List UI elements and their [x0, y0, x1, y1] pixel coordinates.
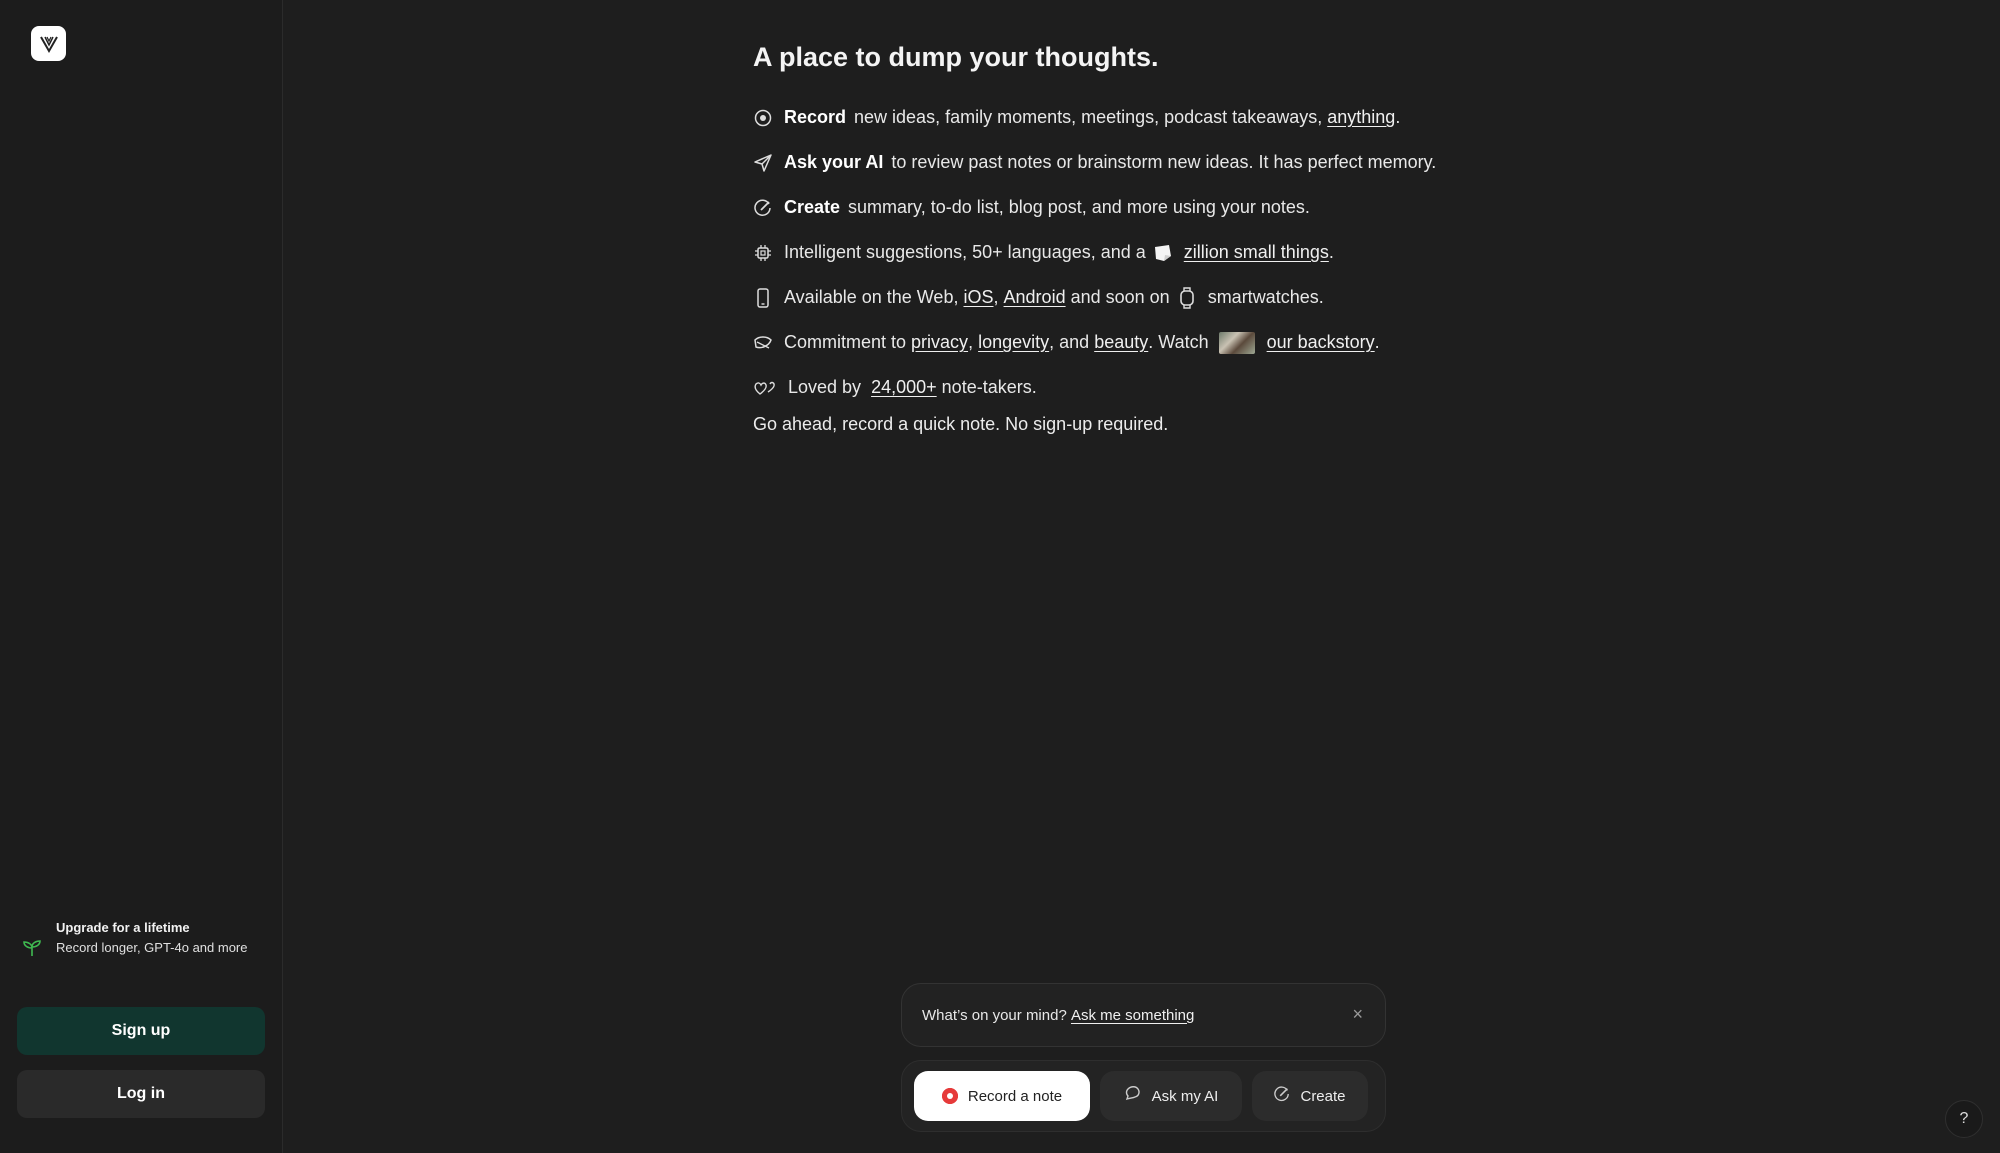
record-dot-icon: [941, 1088, 958, 1104]
punctuation: ,: [968, 332, 974, 352]
feature-ask-title: Ask your AI: [784, 152, 884, 172]
record-note-label: Record a note: [967, 1087, 1063, 1105]
our-backstory-link[interactable]: our backstory: [1267, 332, 1375, 353]
upgrade-banner[interactable]: Upgrade for a lifetime Record longer, GP…: [22, 920, 267, 963]
beauty-link[interactable]: beauty: [1094, 332, 1148, 353]
punctuation: .: [1328, 242, 1334, 262]
feature-commitment: Commitment to privacy, longevity, and be…: [753, 320, 1753, 365]
privacy-link[interactable]: privacy: [911, 332, 968, 353]
feature-create-text: summary, to-do list, blog post, and more…: [848, 197, 1310, 217]
zillion-small-things-link[interactable]: zillion small things: [1184, 242, 1329, 263]
upgrade-description: Record longer, GPT-4o and more: [56, 940, 248, 955]
send-icon: [753, 153, 773, 173]
create-pencil-icon: [1274, 1086, 1290, 1106]
feature-ask: Ask your AI to review past notes or brai…: [753, 140, 1753, 185]
close-icon[interactable]: ×: [1352, 1004, 1363, 1025]
sidebar: Upgrade for a lifetime Record longer, GP…: [0, 0, 283, 1153]
log-in-button[interactable]: Log in: [17, 1070, 265, 1118]
ios-link[interactable]: iOS: [963, 287, 993, 308]
punctuation: .: [1374, 332, 1380, 352]
outro-text: Go ahead, record a quick note. No sign-u…: [753, 414, 1169, 434]
smartwatch-icon: [1176, 286, 1198, 309]
feature-intelligent-text: Intelligent suggestions, 50+ languages, …: [784, 242, 1146, 262]
ask-my-ai-label: Ask my AI: [1151, 1087, 1219, 1105]
longevity-link[interactable]: longevity: [978, 332, 1049, 353]
feature-loved-text: Loved by: [788, 377, 862, 397]
feature-loved-text-2: note-takers.: [941, 377, 1037, 397]
feature-record-text: new ideas, family moments, meetings, pod…: [854, 107, 1323, 127]
ask-my-ai-button[interactable]: Ask my AI: [1100, 1071, 1242, 1121]
prompt-composer[interactable]: What’s on your mind? Ask me something ×: [901, 983, 1386, 1047]
record-note-button[interactable]: Record a note: [914, 1071, 1090, 1121]
feature-available-text: Available on the Web,: [784, 287, 959, 307]
app-logo-icon[interactable]: [31, 26, 66, 61]
create-label: Create: [1300, 1087, 1346, 1105]
backstory-video-thumbnail[interactable]: [1218, 331, 1255, 354]
create-pencil-icon: [753, 198, 773, 218]
sprout-icon: [22, 938, 46, 963]
leaf-icon: [753, 333, 773, 353]
intro-content: A place to dump your thoughts. Record ne…: [753, 42, 1753, 435]
watch-text: . Watch: [1148, 332, 1209, 352]
feature-record-title: Record: [784, 107, 847, 127]
feature-available-text-2: and soon on: [1070, 287, 1170, 307]
action-bar: Record a note Ask my AI Create: [901, 1060, 1386, 1132]
android-link[interactable]: Android: [1004, 287, 1066, 308]
hearts-icon: [753, 378, 777, 398]
feature-commitment-text: Commitment to: [784, 332, 907, 352]
ask-me-something-link[interactable]: Ask me something: [1071, 1007, 1194, 1024]
sign-up-button[interactable]: Sign up: [17, 1007, 265, 1055]
sticker-icon: [1152, 242, 1174, 264]
feature-ask-text: to review past notes or brainstorm new i…: [891, 152, 1437, 172]
note-takers-count-link[interactable]: 24,000+: [871, 377, 937, 398]
anything-link[interactable]: anything: [1327, 107, 1395, 128]
feature-loved: Loved by 24,000+ note-takers.: [753, 365, 1753, 410]
feature-available-text-3: smartwatches.: [1207, 287, 1324, 307]
chip-icon: [753, 243, 773, 263]
record-circle-icon: [753, 108, 773, 128]
page-title: A place to dump your thoughts.: [753, 42, 1159, 72]
feature-available: Available on the Web, iOS, Android and s…: [753, 275, 1753, 320]
and-text: , and: [1049, 332, 1090, 352]
chat-bubble-icon: [1124, 1085, 1142, 1107]
punctuation: ,: [993, 287, 999, 307]
feature-create: Create summary, to-do list, blog post, a…: [753, 185, 1753, 230]
feature-intelligent: Intelligent suggestions, 50+ languages, …: [753, 230, 1753, 275]
feature-record: Record new ideas, family moments, meetin…: [753, 95, 1753, 140]
composer-prompt: What’s on your mind?: [922, 1006, 1067, 1024]
punctuation: .: [1395, 107, 1401, 127]
feature-create-title: Create: [784, 197, 841, 217]
help-button[interactable]: ?: [1945, 1100, 1983, 1138]
upgrade-title: Upgrade for a lifetime: [56, 920, 190, 935]
create-button[interactable]: Create: [1252, 1071, 1368, 1121]
phone-icon: [753, 287, 773, 308]
